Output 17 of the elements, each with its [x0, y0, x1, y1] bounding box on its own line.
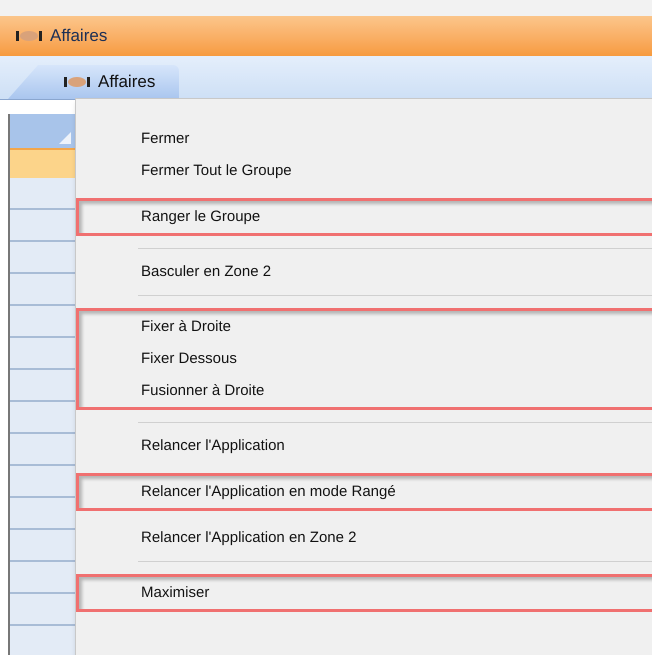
selected-row	[10, 148, 75, 178]
menu-item[interactable]: Maximiser	[79, 577, 652, 609]
menu-item[interactable]: Fixer à Droite	[79, 311, 652, 343]
menu-item[interactable]: Relancer l'Application	[79, 430, 652, 462]
window-title: Affaires	[50, 25, 108, 48]
handshake-icon	[16, 30, 42, 42]
tab[interactable]: Affaires	[8, 65, 180, 99]
menu-item[interactable]: Fusionner à Droite	[79, 375, 652, 407]
menu-item[interactable]: Relancer l'Application en mode Rangé	[79, 476, 652, 508]
menu-item[interactable]: Basculer en Zone 2	[79, 256, 652, 288]
menu-item[interactable]: Fermer	[79, 123, 652, 155]
menu-item[interactable]: Ranger le Groupe	[79, 201, 652, 233]
menu-item[interactable]: Relancer l'Application en Zone 2	[79, 522, 652, 554]
menu-item[interactable]: Fixer Dessous	[79, 343, 652, 375]
handshake-icon	[64, 76, 90, 88]
sort-corner-icon	[59, 132, 71, 144]
menu-item[interactable]: Fermer Tout le Groupe	[79, 155, 652, 187]
